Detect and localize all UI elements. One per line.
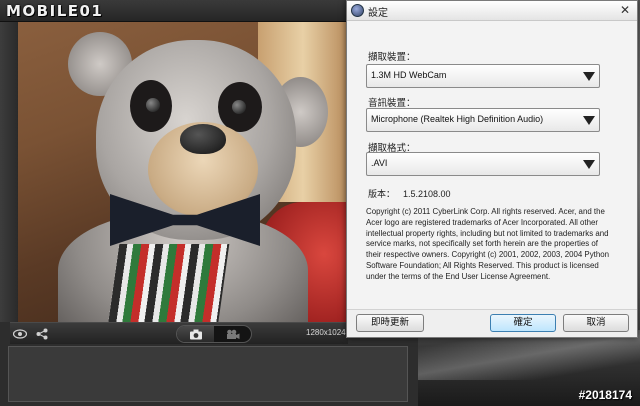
camera-toolbar bbox=[10, 322, 348, 344]
version-row: 版本： 1.5.2108.00 bbox=[368, 187, 451, 200]
version-label: 版本： bbox=[368, 190, 396, 200]
watermark-logo: MOBILE01 bbox=[6, 1, 103, 21]
share-button[interactable] bbox=[32, 325, 52, 343]
dropdown-arrow-icon bbox=[583, 160, 595, 169]
capture-format-select[interactable]: .AVI bbox=[366, 152, 600, 176]
dropdown-arrow-icon bbox=[583, 72, 595, 81]
dialog-title: 設定 bbox=[368, 8, 388, 19]
video-camera-icon bbox=[226, 329, 239, 339]
copyright-text: Copyright (c) 2011 CyberLink Corp. All r… bbox=[366, 207, 609, 281]
watermark-logo-text: MOBILE01 bbox=[6, 2, 104, 20]
eye-icon bbox=[13, 329, 27, 339]
photo-mode-button[interactable] bbox=[177, 326, 214, 342]
app-icon bbox=[351, 4, 364, 17]
dialog-titlebar[interactable]: 設定 ✕ bbox=[347, 1, 637, 21]
image-id-label: #2018174 bbox=[578, 388, 632, 402]
video-mode-button[interactable] bbox=[214, 326, 251, 342]
capture-device-label: 擷取裝置： bbox=[368, 52, 416, 63]
close-icon: ✕ bbox=[619, 3, 631, 17]
teddy-bear-nose bbox=[180, 124, 226, 154]
audio-device-value: Microphone (Realtek High Definition Audi… bbox=[371, 114, 544, 124]
dialog-footer: 即時更新 確定 取消 bbox=[347, 309, 637, 337]
update-now-button[interactable]: 即時更新 bbox=[356, 314, 424, 332]
capture-format-value: .AVI bbox=[371, 158, 388, 168]
capture-gallery-strip[interactable] bbox=[8, 346, 408, 402]
audio-device-label: 音訊裝置： bbox=[368, 98, 416, 109]
capture-device-select[interactable]: 1.3M HD WebCam bbox=[366, 64, 600, 88]
camera-icon bbox=[189, 329, 202, 339]
teddy-bear-right-eye bbox=[232, 100, 246, 114]
share-icon bbox=[36, 328, 48, 340]
capture-mode-switch bbox=[176, 325, 252, 343]
capture-device-value: 1.3M HD WebCam bbox=[371, 70, 447, 80]
preview-toggle-button[interactable] bbox=[10, 325, 30, 343]
resolution-label: 1280x1024 bbox=[306, 328, 346, 337]
camera-preview bbox=[18, 22, 348, 322]
ok-button[interactable]: 確定 bbox=[490, 314, 556, 332]
close-button[interactable]: ✕ bbox=[618, 3, 632, 17]
version-value: 1.5.2108.00 bbox=[403, 189, 451, 199]
dropdown-arrow-icon bbox=[583, 116, 595, 125]
settings-dialog: 設定 ✕ 擷取裝置： 1.3M HD WebCam 音訊裝置： Micropho… bbox=[346, 0, 638, 338]
teddy-bear-left-eye bbox=[146, 98, 160, 112]
teddy-bear-scarf bbox=[106, 244, 230, 322]
cancel-button[interactable]: 取消 bbox=[563, 314, 629, 332]
camera-left-gutter bbox=[0, 22, 18, 322]
audio-device-select[interactable]: Microphone (Realtek High Definition Audi… bbox=[366, 108, 600, 132]
